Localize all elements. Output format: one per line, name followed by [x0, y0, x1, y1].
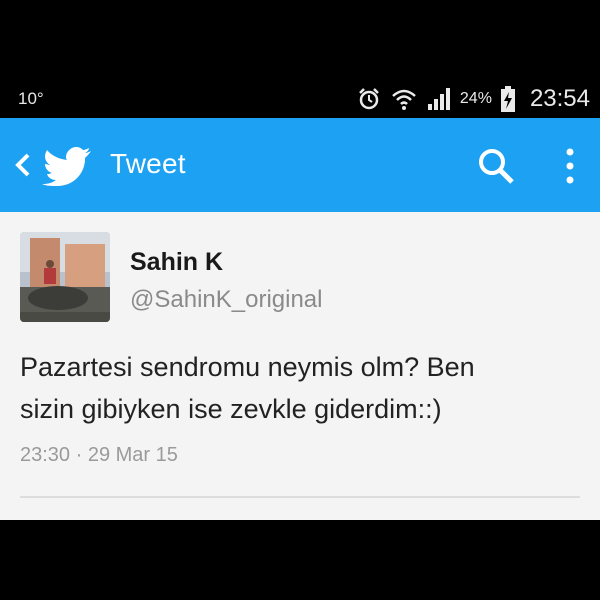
tweet-text: Pazartesi sendromu neymis olm? Ben sizin…: [20, 346, 590, 430]
bottom-black-border: [0, 520, 600, 600]
overflow-menu-icon[interactable]: [560, 146, 580, 186]
wifi-icon: [392, 89, 416, 110]
search-icon[interactable]: [476, 146, 516, 186]
twitter-bird-icon: [42, 147, 91, 186]
clock: 23:54: [529, 85, 590, 112]
author-handle[interactable]: @SahinK_original: [130, 286, 322, 314]
divider: [20, 496, 580, 498]
app-bar: Tweet: [0, 118, 600, 212]
battery-charging-icon: [500, 86, 515, 112]
battery-percent: 24%: [459, 90, 492, 107]
signal-icon: [427, 88, 450, 110]
tweet-timestamp: 23:30 · 29 Mar 15: [20, 444, 178, 466]
status-bar: 10° 24% 23:54: [0, 80, 600, 118]
tweet-text-line: sizin gibiyken ise zevkle giderdim::): [20, 394, 442, 424]
tweet-text-line: Pazartesi sendromu neymis olm? Ben: [20, 352, 475, 382]
tweet-detail: Sahin K @SahinK_original Pazartesi sendr…: [0, 212, 600, 520]
back-icon[interactable]: [12, 150, 34, 180]
page-title: Tweet: [110, 148, 186, 179]
status-icons: 24% 23:54: [356, 84, 590, 114]
author-name[interactable]: Sahin K: [130, 248, 223, 277]
alarm-icon: [359, 88, 379, 110]
top-black-border: [0, 0, 600, 80]
avatar[interactable]: [20, 232, 110, 322]
temperature-text: 10°: [18, 89, 44, 108]
